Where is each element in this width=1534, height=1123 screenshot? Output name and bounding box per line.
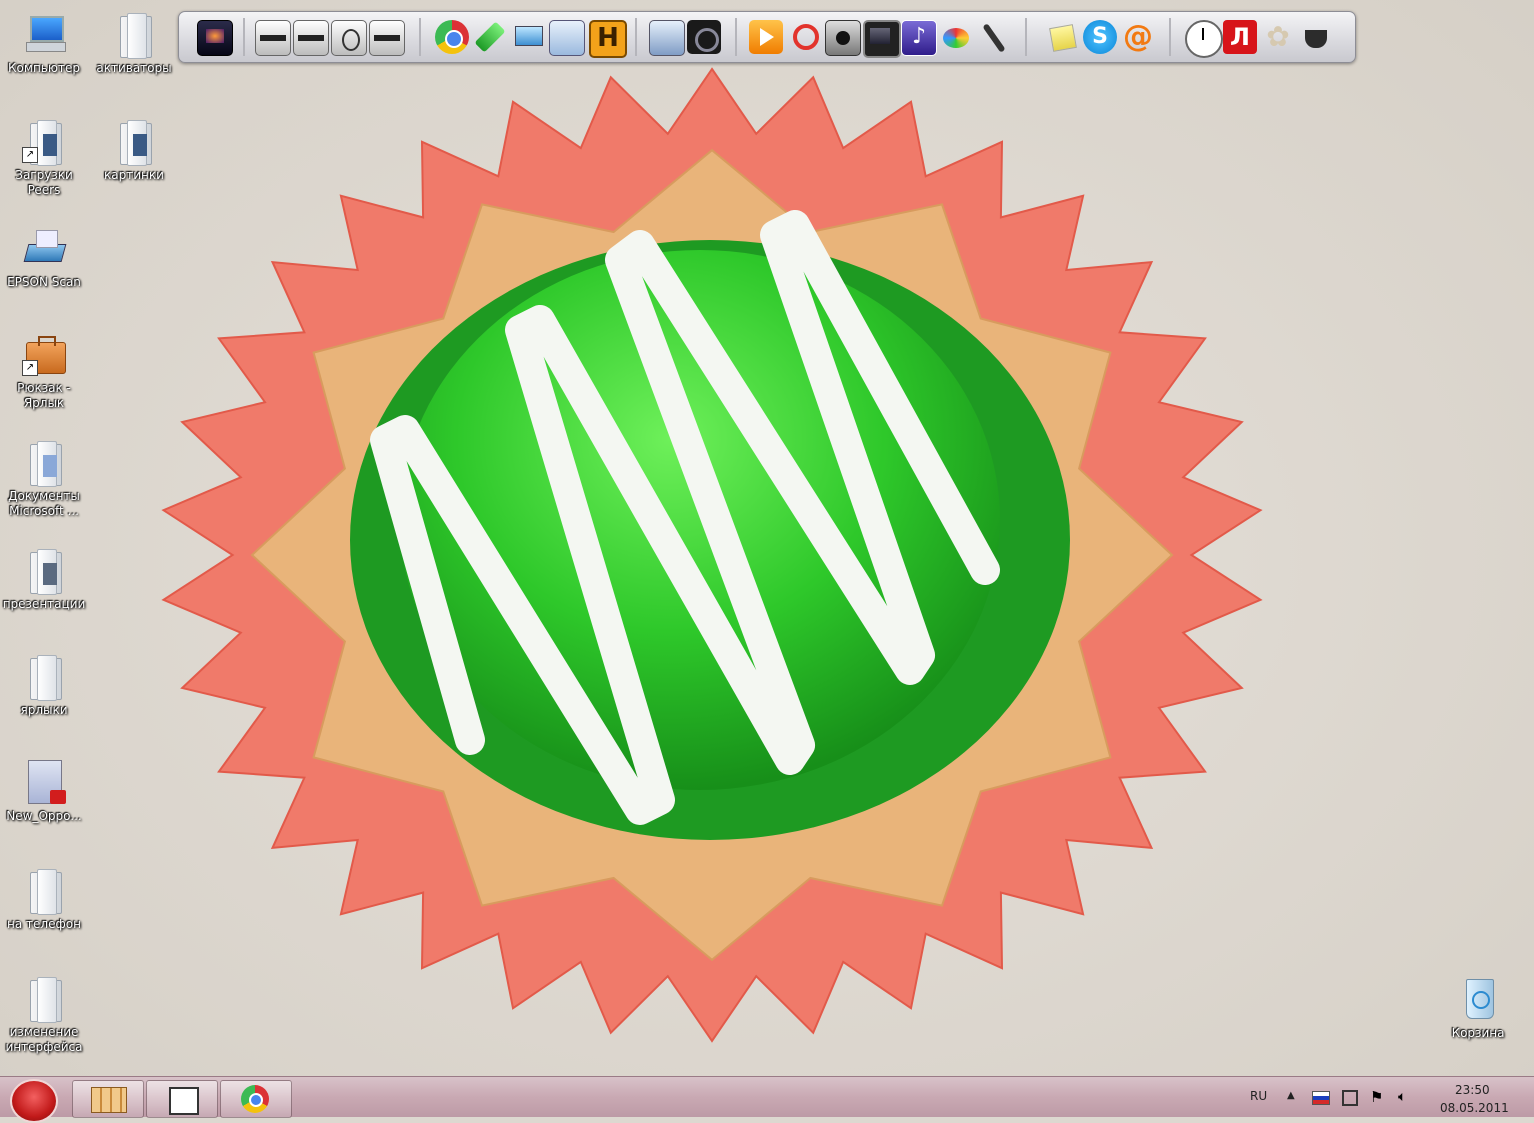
paint-icon[interactable] bbox=[939, 20, 973, 54]
dock-separator bbox=[1169, 18, 1171, 56]
desktop-icon-folder[interactable]: Документы Microsoft ... bbox=[0, 438, 88, 519]
desktop-icon-folder[interactable]: активаторы bbox=[90, 10, 178, 76]
chrome-icon bbox=[241, 1085, 269, 1113]
clock-date[interactable]: 08.05.2011 bbox=[1440, 1101, 1509, 1115]
music-icon[interactable]: ♪ bbox=[901, 20, 937, 56]
play-icon[interactable] bbox=[749, 20, 783, 54]
gear-icon[interactable]: ✿ bbox=[1261, 20, 1295, 54]
app-dock: H ♪ S @ Л ✿ bbox=[178, 11, 1356, 63]
taskbar-chrome-button[interactable] bbox=[220, 1080, 292, 1118]
dock-separator bbox=[243, 18, 245, 56]
video-icon[interactable] bbox=[863, 20, 901, 58]
folder-icon bbox=[20, 974, 68, 1023]
desktop-icon-label: картинки bbox=[104, 168, 164, 182]
avira-icon[interactable]: Л bbox=[1223, 20, 1257, 54]
media-icon-4[interactable] bbox=[369, 20, 405, 56]
pdf-document-icon bbox=[20, 758, 68, 806]
desktop-icon-label: Рюкзак - Ярлык bbox=[17, 381, 71, 410]
start-button[interactable] bbox=[10, 1079, 58, 1123]
monitor-icon[interactable] bbox=[197, 20, 233, 56]
sims-icon[interactable] bbox=[473, 20, 507, 54]
language-indicator[interactable]: RU bbox=[1250, 1089, 1267, 1103]
network-icon[interactable] bbox=[1342, 1090, 1358, 1106]
dock-separator bbox=[735, 18, 737, 56]
folder-icon bbox=[110, 10, 158, 59]
notes-icon[interactable] bbox=[1045, 20, 1079, 54]
taskbar-explorer-button[interactable] bbox=[72, 1080, 144, 1118]
mail-icon[interactable]: @ bbox=[1121, 20, 1155, 54]
dock-separator bbox=[1025, 18, 1027, 56]
desktop-icon-scanner[interactable]: EPSON Scan bbox=[0, 224, 88, 290]
taskbar-window-button[interactable] bbox=[146, 1080, 218, 1118]
desktop-icon-label: презентации bbox=[2, 597, 86, 611]
folder-icon: ↗ bbox=[20, 117, 68, 166]
search-icon[interactable] bbox=[787, 20, 821, 54]
action-center-icon[interactable]: ⚑ bbox=[1370, 1089, 1386, 1105]
desktop-icon-label: Компьютер bbox=[8, 61, 80, 75]
media-icon-2[interactable] bbox=[293, 20, 329, 56]
desktop-wallpaper bbox=[0, 0, 1534, 1116]
computer-icon bbox=[20, 10, 68, 58]
dock-separator bbox=[635, 18, 637, 56]
clock-icon[interactable] bbox=[1185, 20, 1223, 58]
recycle-bin-icon bbox=[1454, 975, 1502, 1023]
calculator-icon[interactable] bbox=[549, 20, 585, 56]
h-icon[interactable]: H bbox=[589, 20, 627, 58]
desktop-icon-label: изменение интерфейса bbox=[5, 1025, 83, 1054]
folder-icon bbox=[20, 438, 68, 487]
explorer-icon bbox=[91, 1087, 127, 1113]
skype-icon[interactable]: S bbox=[1083, 20, 1117, 54]
tea-icon[interactable] bbox=[1299, 20, 1333, 54]
media-icon-1[interactable] bbox=[255, 20, 291, 56]
desktop-icon-folder[interactable]: ярлыки bbox=[0, 652, 88, 718]
shortcut-arrow-icon: ↗ bbox=[22, 147, 38, 163]
desktop-icon-label: New_Oppo... bbox=[6, 809, 82, 823]
folder-icon bbox=[20, 652, 68, 701]
dock-separator bbox=[419, 18, 421, 56]
desktop-icon-label: Загрузки Peers bbox=[15, 168, 73, 197]
computer-icon[interactable] bbox=[511, 20, 545, 54]
desktop-icon-briefcase[interactable]: ↗ Рюкзак - Ярлык bbox=[0, 330, 88, 411]
camera-icon[interactable] bbox=[687, 20, 721, 54]
folder-icon bbox=[20, 866, 68, 915]
desktop-icon-folder[interactable]: на телефон bbox=[0, 866, 88, 932]
desktop-icon-folder[interactable]: презентации bbox=[0, 546, 88, 612]
desktop-icon-label: ярлыки bbox=[20, 703, 68, 717]
folder-icon bbox=[110, 117, 158, 166]
settings-icon[interactable] bbox=[649, 20, 685, 56]
desktop-icon-label: EPSON Scan bbox=[7, 275, 81, 289]
desktop-icon-folder[interactable]: картинки bbox=[90, 117, 178, 183]
chrome-icon[interactable] bbox=[435, 20, 469, 54]
show-hidden-icons-button[interactable]: ▲ bbox=[1287, 1090, 1295, 1101]
desktop-icon-label: активаторы bbox=[96, 61, 172, 75]
desktop-icon-folder[interactable]: ↗ Загрузки Peers bbox=[0, 117, 88, 198]
desktop-icon-label: на телефон bbox=[7, 917, 81, 931]
scanner-icon bbox=[20, 224, 68, 272]
microphone-icon[interactable] bbox=[977, 20, 1011, 54]
desktop-icon-computer[interactable]: Компьютер bbox=[0, 10, 88, 76]
desktop-icon-recycle-bin[interactable]: Корзина bbox=[1440, 975, 1516, 1041]
desktop-icon-folder[interactable]: изменение интерфейса bbox=[0, 974, 88, 1055]
taskbar bbox=[0, 1076, 1534, 1123]
desktop-icon-label: Корзина bbox=[1451, 1026, 1505, 1040]
clock-time[interactable]: 23:50 bbox=[1455, 1083, 1490, 1097]
flag-icon[interactable] bbox=[1312, 1091, 1330, 1105]
desktop-icon-pdf[interactable]: New_Oppo... bbox=[0, 758, 88, 824]
photo-icon[interactable] bbox=[825, 20, 861, 56]
briefcase-icon: ↗ bbox=[20, 330, 68, 378]
media-icon-3[interactable] bbox=[331, 20, 367, 56]
desktop-icon-label: Документы Microsoft ... bbox=[8, 489, 80, 518]
folder-icon bbox=[20, 546, 68, 595]
volume-icon[interactable]: 🔈︎ bbox=[1398, 1089, 1414, 1105]
shortcut-arrow-icon: ↗ bbox=[22, 360, 38, 376]
window-icon bbox=[169, 1087, 199, 1115]
